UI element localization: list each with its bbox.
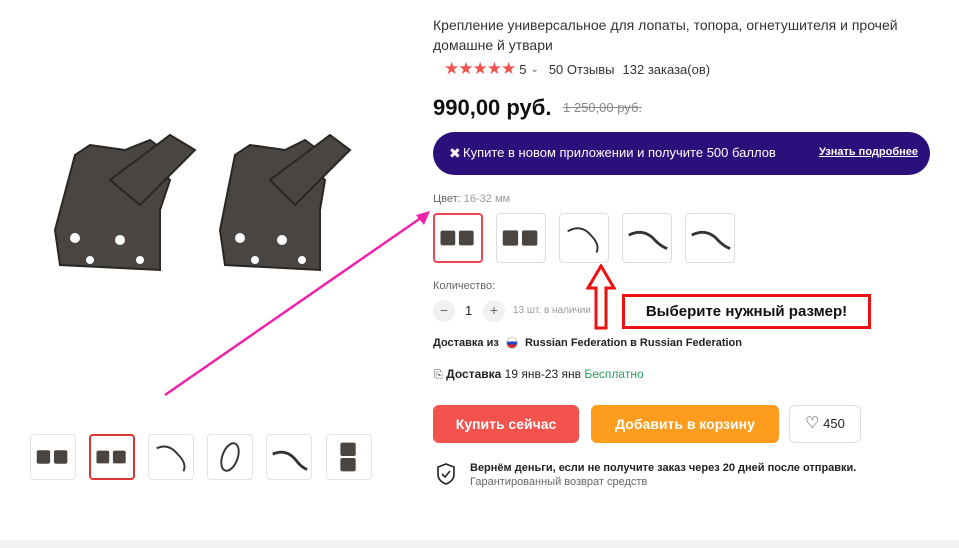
wishlist-button[interactable]: ♡ 450 — [789, 405, 861, 443]
delivery-row: ⎘ Доставка 19 янв-23 янв Бесплатно — [434, 367, 644, 382]
gift-icon: ✖ — [449, 145, 461, 161]
truck-icon: ⎘ — [434, 369, 443, 381]
variant-option-5[interactable] — [685, 213, 735, 263]
buy-now-button[interactable]: Купить сейчас — [433, 405, 579, 443]
rating-row: ★★★★★ 5 ⌄ 50 Отзывы 132 заказа(ов) — [444, 59, 710, 79]
chevron-down-icon[interactable]: ⌄ — [530, 64, 538, 75]
current-price: 990,00 руб. — [433, 95, 552, 120]
add-to-cart-button[interactable]: Добавить в корзину — [591, 405, 779, 443]
variant-option-4[interactable] — [622, 213, 672, 263]
gallery-thumb-6[interactable] — [326, 434, 372, 480]
old-price: 1 250,00 руб. — [563, 100, 643, 115]
delivery-label: Доставка — [446, 367, 502, 381]
reviews-link[interactable]: 50 Отзывы — [549, 62, 615, 77]
russia-flag-icon — [505, 337, 518, 350]
quantity-increase-button[interactable]: + — [483, 300, 505, 322]
orders-count: 132 заказа(ов) — [622, 61, 711, 77]
guarantee-title: Вернём деньги, если не получите заказ че… — [470, 462, 857, 474]
product-title: Крепление универсальное для лопаты, топо… — [433, 17, 898, 53]
promo-text: Купите в новом приложении и получите 500… — [463, 145, 776, 160]
gallery-thumb-5[interactable] — [266, 434, 312, 480]
shipping-from: Доставка из Russian Federation в Russian… — [433, 337, 742, 350]
annotation-arrow — [164, 211, 430, 397]
variant-option-2[interactable] — [496, 213, 546, 263]
delivery-cost: Бесплатно — [584, 367, 644, 381]
stock-count: 13 шт. в наличии — [513, 305, 591, 316]
variant-option-1[interactable] — [433, 213, 483, 263]
guarantee-block: Вернём деньги, если не получите заказ че… — [470, 462, 856, 488]
size-callout: Выберите нужный размер! — [622, 294, 871, 329]
rating-value: 5 — [519, 61, 527, 77]
bottom-divider — [0, 540, 959, 548]
app-promo-banner[interactable]: ✖ Купите в новом приложении и получите 5… — [433, 132, 930, 175]
quantity-label: Количество: — [433, 280, 496, 292]
variant-option-3[interactable] — [559, 213, 609, 263]
wishlist-count: 450 — [823, 416, 845, 431]
variant-label: Цвет: — [433, 193, 461, 205]
shipping-from-text: Russian Federation в Russian Federation — [524, 337, 742, 349]
guarantee-subtitle: Гарантированный возврат средств — [470, 476, 648, 488]
shield-check-icon — [436, 463, 456, 490]
gallery-thumb-3[interactable] — [148, 434, 194, 480]
variant-label-row: Цвет: 16-32 мм — [433, 193, 510, 205]
gallery-thumb-1[interactable] — [30, 434, 76, 480]
shipping-from-label: Доставка из — [433, 337, 499, 349]
delivery-dates: 19 янв-23 янв — [504, 367, 582, 381]
gallery-thumb-2[interactable] — [89, 434, 135, 480]
promo-learn-more-link[interactable]: Узнать подробнее — [819, 146, 918, 158]
gallery-thumb-4[interactable] — [207, 434, 253, 480]
heart-icon: ♡ — [805, 415, 820, 432]
star-rating-icon: ★★★★★ — [444, 59, 516, 78]
quantity-decrease-button[interactable]: − — [433, 300, 455, 322]
variant-selected: 16-32 мм — [463, 193, 511, 205]
quantity-value[interactable]: 1 — [465, 303, 472, 318]
annotation-up-arrow — [586, 264, 616, 330]
